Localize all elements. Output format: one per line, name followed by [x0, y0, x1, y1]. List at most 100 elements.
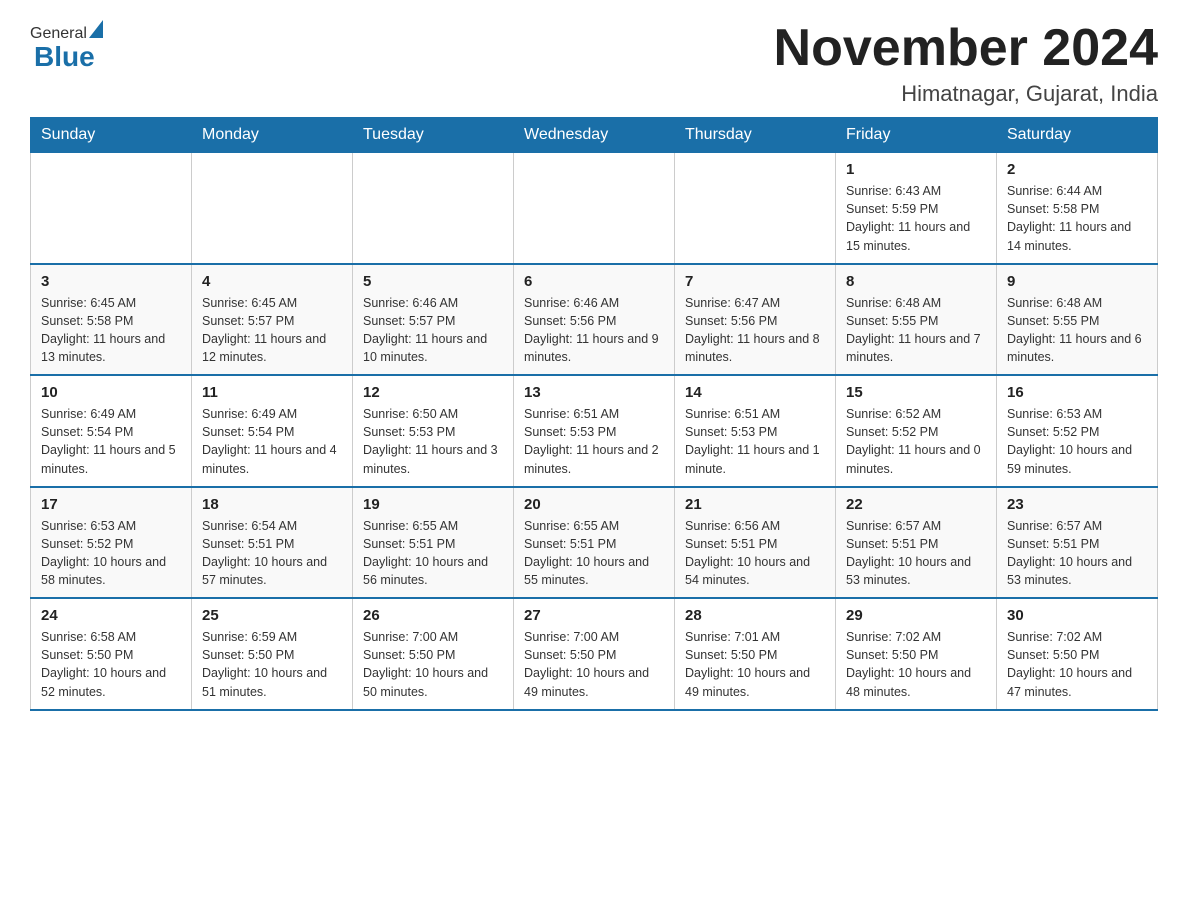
weekday-header-saturday: Saturday — [997, 118, 1158, 153]
day-info: Sunrise: 6:50 AM Sunset: 5:53 PM Dayligh… — [363, 405, 503, 478]
weekday-header-row: SundayMondayTuesdayWednesdayThursdayFrid… — [31, 118, 1158, 153]
calendar-cell: 5 Sunrise: 6:46 AM Sunset: 5:57 PM Daylig… — [353, 264, 514, 376]
day-number: 4 — [202, 273, 342, 290]
day-number: 6 — [524, 273, 664, 290]
calendar-cell — [31, 153, 192, 264]
day-number: 15 — [846, 384, 986, 401]
day-info: Sunrise: 7:01 AM Sunset: 5:50 PM Dayligh… — [685, 628, 825, 701]
day-info: Sunrise: 6:56 AM Sunset: 5:51 PM Dayligh… — [685, 517, 825, 590]
day-info: Sunrise: 7:00 AM Sunset: 5:50 PM Dayligh… — [524, 628, 664, 701]
calendar-cell: 7Sunrise: 6:47 AM Sunset: 5:56 PM Daylig… — [675, 264, 836, 376]
calendar-cell — [353, 153, 514, 264]
weekday-header-sunday: Sunday — [31, 118, 192, 153]
day-number: 19 — [363, 496, 503, 513]
calendar-cell: 27Sunrise: 7:00 AM Sunset: 5:50 PM Dayli… — [514, 598, 675, 710]
calendar-cell: 2 Sunrise: 6:44 AM Sunset: 5:58 PM Daylig… — [997, 153, 1158, 264]
day-number: 20 — [524, 496, 664, 513]
logo-blue-line: Blue — [30, 43, 95, 73]
calendar-cell: 23Sunrise: 6:57 AM Sunset: 5:51 PM Dayli… — [997, 487, 1158, 599]
location-title: Himatnagar, Gujarat, India — [774, 81, 1158, 107]
day-info: Sunrise: 6:49 AM Sunset: 5:54 PM Dayligh… — [41, 405, 181, 478]
calendar-table: SundayMondayTuesdayWednesdayThursdayFrid… — [30, 117, 1158, 711]
day-number: 12 — [363, 384, 503, 401]
day-info: Sunrise: 6:52 AM Sunset: 5:52 PM Dayligh… — [846, 405, 986, 478]
day-info: Sunrise: 6:51 AM Sunset: 5:53 PM Dayligh… — [685, 405, 825, 478]
day-number: 16 — [1007, 384, 1147, 401]
calendar-week-row: 10 Sunrise: 6:49 AM Sunset: 5:54 PM Dayli… — [31, 375, 1158, 487]
day-info: Sunrise: 6:53 AM Sunset: 5:52 PM Dayligh… — [1007, 405, 1147, 478]
day-number: 2 — [1007, 161, 1147, 178]
calendar-cell: 14 Sunrise: 6:51 AM Sunset: 5:53 PM Dayli… — [675, 375, 836, 487]
day-info: Sunrise: 6:55 AM Sunset: 5:51 PM Dayligh… — [363, 517, 503, 590]
day-number: 30 — [1007, 607, 1147, 624]
weekday-header-thursday: Thursday — [675, 118, 836, 153]
calendar-cell: 12 Sunrise: 6:50 AM Sunset: 5:53 PM Dayli… — [353, 375, 514, 487]
calendar-cell: 19 Sunrise: 6:55 AM Sunset: 5:51 PM Dayli… — [353, 487, 514, 599]
logo-triangle-icon — [89, 20, 103, 38]
day-info: Sunrise: 6:48 AM Sunset: 5:55 PM Dayligh… — [1007, 294, 1147, 367]
calendar-cell — [514, 153, 675, 264]
day-info: Sunrise: 6:53 AM Sunset: 5:52 PM Dayligh… — [41, 517, 181, 590]
day-info: Sunrise: 6:47 AM Sunset: 5:56 PM Dayligh… — [685, 294, 825, 367]
day-number: 11 — [202, 384, 342, 401]
calendar-week-row: 3 Sunrise: 6:45 AM Sunset: 5:58 PM Daylig… — [31, 264, 1158, 376]
calendar-week-row: 17 Sunrise: 6:53 AM Sunset: 5:52 PM Dayli… — [31, 487, 1158, 599]
calendar-cell: 25Sunrise: 6:59 AM Sunset: 5:50 PM Dayli… — [192, 598, 353, 710]
calendar-cell: 6 Sunrise: 6:46 AM Sunset: 5:56 PM Daylig… — [514, 264, 675, 376]
day-number: 28 — [685, 607, 825, 624]
day-info: Sunrise: 6:46 AM Sunset: 5:56 PM Dayligh… — [524, 294, 664, 367]
weekday-header-wednesday: Wednesday — [514, 118, 675, 153]
day-number: 25 — [202, 607, 342, 624]
logo-general-row: General — [30, 20, 103, 43]
calendar-cell: 17 Sunrise: 6:53 AM Sunset: 5:52 PM Dayli… — [31, 487, 192, 599]
weekday-header-monday: Monday — [192, 118, 353, 153]
calendar-cell: 9 Sunrise: 6:48 AM Sunset: 5:55 PM Daylig… — [997, 264, 1158, 376]
day-info: Sunrise: 6:55 AM Sunset: 5:51 PM Dayligh… — [524, 517, 664, 590]
calendar-cell: 24 Sunrise: 6:58 AM Sunset: 5:50 PM Dayli… — [31, 598, 192, 710]
calendar-cell: 20 Sunrise: 6:55 AM Sunset: 5:51 PM Dayli… — [514, 487, 675, 599]
calendar-cell: 30 Sunrise: 7:02 AM Sunset: 5:50 PM Dayli… — [997, 598, 1158, 710]
calendar-cell — [192, 153, 353, 264]
day-number: 29 — [846, 607, 986, 624]
calendar-week-row: 24 Sunrise: 6:58 AM Sunset: 5:50 PM Dayli… — [31, 598, 1158, 710]
calendar-cell: 8Sunrise: 6:48 AM Sunset: 5:55 PM Daylig… — [836, 264, 997, 376]
day-info: Sunrise: 6:46 AM Sunset: 5:57 PM Dayligh… — [363, 294, 503, 367]
weekday-header-tuesday: Tuesday — [353, 118, 514, 153]
day-info: Sunrise: 6:44 AM Sunset: 5:58 PM Dayligh… — [1007, 182, 1147, 255]
calendar-cell: 16 Sunrise: 6:53 AM Sunset: 5:52 PM Dayli… — [997, 375, 1158, 487]
day-number: 21 — [685, 496, 825, 513]
day-info: Sunrise: 7:00 AM Sunset: 5:50 PM Dayligh… — [363, 628, 503, 701]
calendar-cell: 15 Sunrise: 6:52 AM Sunset: 5:52 PM Dayli… — [836, 375, 997, 487]
month-title: November 2024 — [774, 20, 1158, 77]
calendar-body: 1Sunrise: 6:43 AM Sunset: 5:59 PM Daylig… — [31, 153, 1158, 710]
calendar-cell: 18Sunrise: 6:54 AM Sunset: 5:51 PM Dayli… — [192, 487, 353, 599]
day-number: 24 — [41, 607, 181, 624]
calendar-cell: 28 Sunrise: 7:01 AM Sunset: 5:50 PM Dayli… — [675, 598, 836, 710]
logo-blue-text: Blue — [30, 41, 95, 73]
day-info: Sunrise: 6:58 AM Sunset: 5:50 PM Dayligh… — [41, 628, 181, 701]
day-number: 10 — [41, 384, 181, 401]
day-number: 3 — [41, 273, 181, 290]
day-info: Sunrise: 6:43 AM Sunset: 5:59 PM Dayligh… — [846, 182, 986, 255]
day-info: Sunrise: 6:48 AM Sunset: 5:55 PM Dayligh… — [846, 294, 986, 367]
day-number: 5 — [363, 273, 503, 290]
logo-area: General Blue — [30, 20, 103, 73]
day-number: 13 — [524, 384, 664, 401]
calendar-cell: 3 Sunrise: 6:45 AM Sunset: 5:58 PM Daylig… — [31, 264, 192, 376]
header: General Blue November 2024 Himatnagar, G… — [30, 20, 1158, 107]
day-info: Sunrise: 6:57 AM Sunset: 5:51 PM Dayligh… — [1007, 517, 1147, 590]
calendar-cell: 1Sunrise: 6:43 AM Sunset: 5:59 PM Daylig… — [836, 153, 997, 264]
day-number: 18 — [202, 496, 342, 513]
day-info: Sunrise: 6:45 AM Sunset: 5:58 PM Dayligh… — [41, 294, 181, 367]
calendar-cell: 26 Sunrise: 7:00 AM Sunset: 5:50 PM Dayli… — [353, 598, 514, 710]
day-number: 26 — [363, 607, 503, 624]
calendar-cell: 29Sunrise: 7:02 AM Sunset: 5:50 PM Dayli… — [836, 598, 997, 710]
day-info: Sunrise: 7:02 AM Sunset: 5:50 PM Dayligh… — [1007, 628, 1147, 701]
calendar-cell: 11Sunrise: 6:49 AM Sunset: 5:54 PM Dayli… — [192, 375, 353, 487]
day-number: 9 — [1007, 273, 1147, 290]
day-number: 17 — [41, 496, 181, 513]
calendar-cell: 10 Sunrise: 6:49 AM Sunset: 5:54 PM Dayli… — [31, 375, 192, 487]
calendar-cell: 22Sunrise: 6:57 AM Sunset: 5:51 PM Dayli… — [836, 487, 997, 599]
day-number: 14 — [685, 384, 825, 401]
day-info: Sunrise: 6:57 AM Sunset: 5:51 PM Dayligh… — [846, 517, 986, 590]
